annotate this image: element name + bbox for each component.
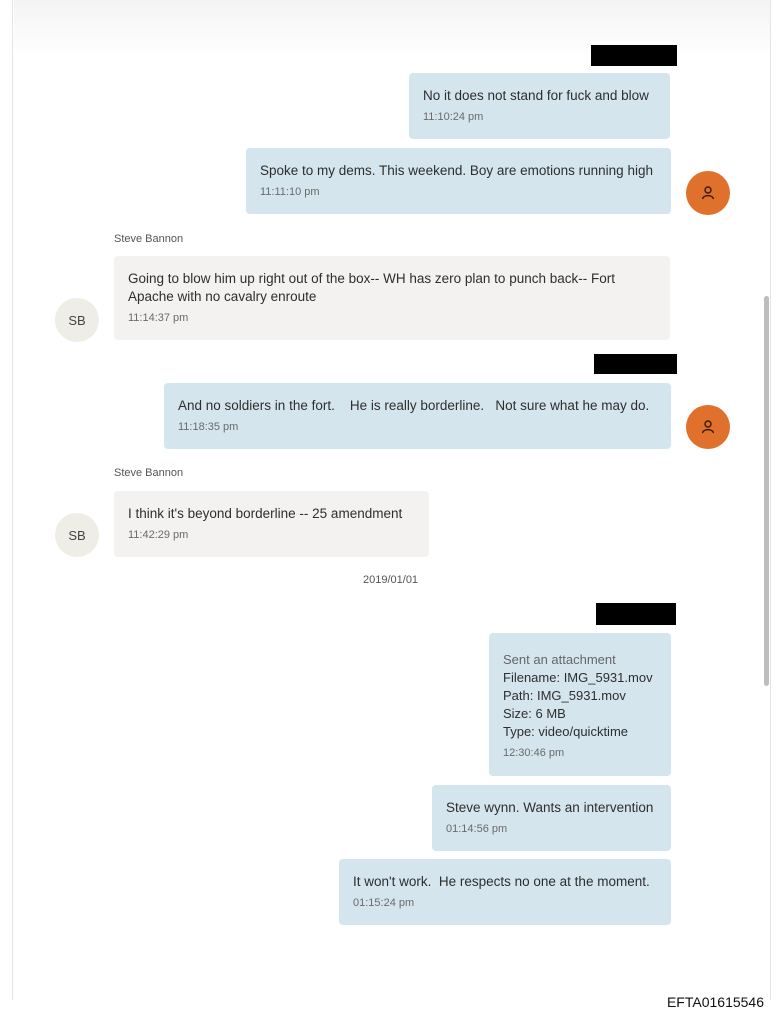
message-text: I think it's beyond borderline -- 25 ame… — [128, 506, 403, 521]
incoming-message: I think it's beyond borderline -- 25 ame… — [114, 491, 429, 557]
message-timestamp: 12:30:46 pm — [503, 747, 565, 759]
message-text: Going to blow him up right out of the bo… — [128, 271, 615, 304]
outgoing-message: Spoke to my dems. This weekend. Boy are … — [246, 148, 671, 214]
message-timestamp: 11:10:24 pm — [423, 111, 484, 123]
document-id: EFTA01615546 — [666, 994, 764, 1010]
attachment-heading: Sent an attachment — [503, 652, 616, 667]
attachment-path: Path: IMG_5931.mov — [503, 688, 626, 703]
message-text: And no soldiers in the fort. He is reall… — [178, 398, 650, 413]
outgoing-message: No it does not stand for fuck and blow 1… — [409, 73, 670, 139]
outgoing-message: It won't work. He respects no one at the… — [339, 859, 671, 925]
user-avatar — [686, 171, 730, 215]
message-timestamp: 11:14:37 pm — [128, 312, 189, 324]
redaction-box — [596, 603, 676, 625]
message-text: Spoke to my dems. This weekend. Boy are … — [260, 163, 653, 178]
message-timestamp: 11:18:35 pm — [178, 421, 239, 433]
redaction-box — [591, 45, 677, 66]
attachment-size: Size: 6 MB — [503, 706, 566, 721]
sender-name: Steve Bannon — [114, 233, 184, 245]
attachment-message: Sent an attachment Filename: IMG_5931.mo… — [489, 633, 671, 776]
sender-name: Steve Bannon — [114, 467, 184, 479]
message-text: Steve wynn. Wants an intervention — [446, 800, 654, 815]
redaction-box — [594, 354, 677, 374]
scrollbar[interactable] — [764, 296, 769, 686]
contact-avatar: SB — [55, 298, 99, 342]
date-separator: 2019/01/01 — [363, 574, 419, 586]
frame-border-left — [12, 0, 13, 1000]
message-text: No it does not stand for fuck and blow — [423, 88, 649, 103]
outgoing-message: Steve wynn. Wants an intervention 01:14:… — [432, 785, 671, 851]
message-timestamp: 11:11:10 pm — [260, 186, 320, 198]
attachment-type: Type: video/quicktime — [503, 724, 629, 739]
outgoing-message: And no soldiers in the fort. He is reall… — [164, 383, 671, 449]
message-timestamp: 01:14:56 pm — [446, 823, 508, 835]
message-text: It won't work. He respects no one at the… — [353, 874, 650, 889]
user-avatar — [686, 405, 730, 449]
person-icon — [701, 186, 715, 200]
contact-avatar: SB — [55, 513, 99, 557]
person-icon — [701, 420, 715, 434]
incoming-message: Going to blow him up right out of the bo… — [114, 256, 670, 340]
message-timestamp: 01:15:24 pm — [353, 897, 415, 909]
attachment-filename: Filename: IMG_5931.mov — [503, 670, 653, 685]
message-timestamp: 11:42:29 pm — [128, 529, 189, 541]
frame-border-right — [770, 0, 771, 1000]
